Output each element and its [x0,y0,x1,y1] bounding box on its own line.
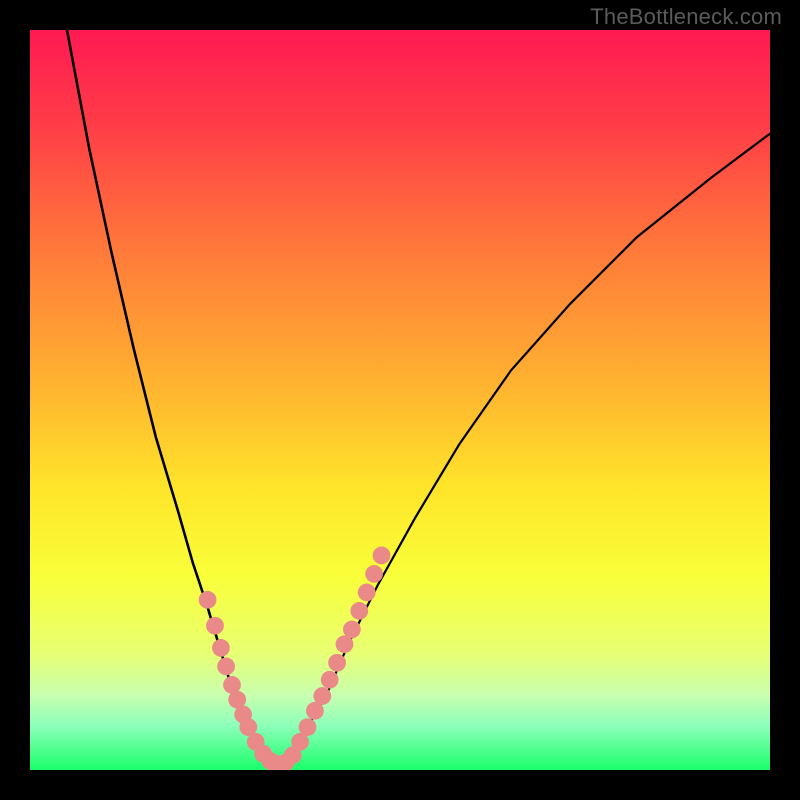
curve-layer [30,30,770,770]
highlight-dot [212,639,230,657]
watermark-text: TheBottleneck.com [590,4,782,30]
plot-area [30,30,770,770]
highlight-dot [358,584,376,602]
highlight-dot [217,658,235,676]
curve-right-branch [274,134,770,767]
highlight-dot [313,687,331,705]
highlight-dot [343,621,361,639]
chart-frame: TheBottleneck.com [0,0,800,800]
highlight-dots-group [199,547,391,770]
highlight-dot [365,565,383,583]
highlight-dot [350,602,368,620]
highlight-dot [328,654,346,672]
highlight-dot [321,671,339,689]
highlight-dot [373,547,391,565]
highlight-dot [206,617,224,635]
curve-left-branch [67,30,274,766]
highlight-dot [199,591,217,609]
highlight-dot [299,718,317,736]
